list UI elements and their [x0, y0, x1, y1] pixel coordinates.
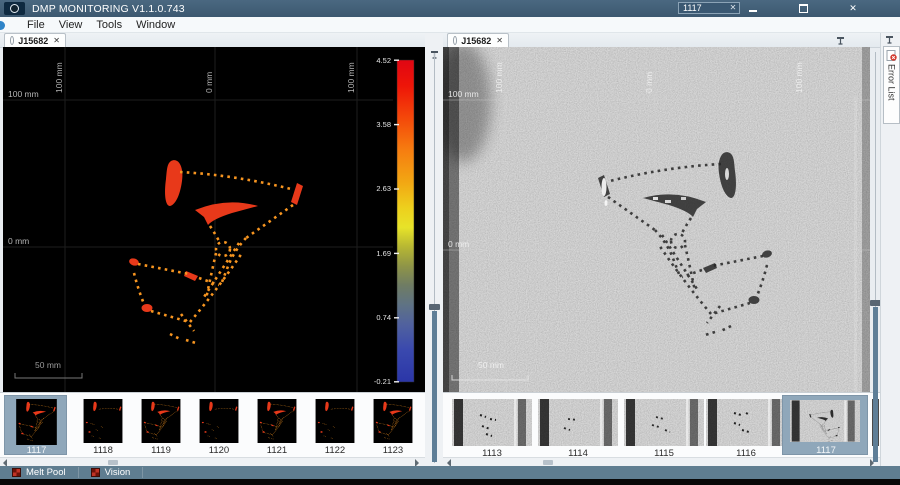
- melt-thumb-label: 1122: [324, 445, 346, 456]
- svg-text:3.58: 3.58: [376, 120, 391, 129]
- panel-splitter[interactable]: [425, 33, 443, 466]
- svg-text:100 mm: 100 mm: [494, 62, 504, 93]
- melt-tab-j15682[interactable]: J15682 ✕: [4, 33, 66, 47]
- menu-window[interactable]: Window: [129, 19, 182, 31]
- melt-pool-icon: [12, 468, 21, 477]
- svg-text:100 mm: 100 mm: [448, 89, 479, 99]
- scroll-thumb[interactable]: [543, 459, 553, 465]
- melt-thumb-image[interactable]: [310, 399, 360, 443]
- restore-icon: [798, 3, 808, 13]
- svg-text:50 mm: 50 mm: [35, 360, 61, 370]
- svg-text:100 mm: 100 mm: [346, 62, 356, 93]
- vision-thumb-label: 1117: [816, 445, 836, 456]
- restore-button[interactable]: [792, 2, 814, 14]
- menu-file[interactable]: File: [20, 19, 52, 31]
- scroll-thumb[interactable]: [108, 459, 118, 465]
- vision-tab-j15682[interactable]: J15682 ✕: [447, 33, 509, 47]
- melt-tabstrip: J15682 ✕: [0, 33, 425, 48]
- error-list-strip: Error List: [880, 33, 900, 466]
- melt-thumb-label: 1117: [26, 445, 47, 456]
- svg-text:4.52: 4.52: [376, 56, 391, 65]
- menu-view[interactable]: View: [52, 19, 90, 31]
- melt-thumb-label: 1119: [151, 445, 171, 456]
- melt-pool-label: Melt Pool: [26, 467, 66, 478]
- vision-thumb-image: [790, 400, 860, 443]
- minimize-button[interactable]: [742, 2, 764, 14]
- vision-right-band: [862, 47, 870, 392]
- svg-text:0.74: 0.74: [376, 313, 391, 322]
- svg-text:0 mm: 0 mm: [8, 236, 29, 246]
- melt-vslider-grip[interactable]: [429, 304, 440, 310]
- pin-icon[interactable]: [885, 35, 894, 44]
- bottom-edge: [0, 479, 900, 485]
- vision-icon: [90, 468, 100, 477]
- melt-thumb-image[interactable]: [194, 399, 244, 443]
- melt-thumb-image[interactable]: [368, 399, 418, 443]
- vision-thumbstrip: 1113 1114 1115 1116 1117: [443, 392, 880, 459]
- vision-thumb-image[interactable]: [624, 399, 704, 446]
- melt-thumb-selected[interactable]: 1117: [4, 395, 67, 456]
- melt-thumbstrip: 1117 1118 1119 1120 1121 1122 1123: [0, 392, 425, 458]
- svg-text:0 mm: 0 mm: [448, 239, 469, 249]
- vision-thumb-image[interactable]: [538, 399, 618, 446]
- menu-bar: File View Tools Window: [0, 17, 900, 33]
- melt-thumb-label: 1118: [93, 445, 113, 456]
- melt-thumb-image[interactable]: [78, 399, 128, 443]
- melt-pool-canvas[interactable]: 100 mm 0 mm 100 mm 100 mm 0 mm 50 mm 4.5…: [3, 47, 425, 392]
- melt-tab-label: J15682: [18, 35, 49, 46]
- close-button[interactable]: ✕: [842, 2, 864, 14]
- vision-tab-close-icon[interactable]: ✕: [496, 36, 503, 45]
- error-list-label: Error List: [886, 64, 897, 101]
- melt-tab-close-icon[interactable]: ✕: [53, 36, 60, 45]
- statusbar-divider: [142, 467, 144, 478]
- svg-text:100 mm: 100 mm: [794, 62, 804, 93]
- melt-thumb-image: [16, 399, 57, 445]
- tab-status-icon: [10, 36, 15, 45]
- app-window: DMP MONITORING V1.1.0.743 1117 ✕ ✕ File …: [0, 0, 900, 485]
- melt-thumb-label: 1121: [266, 445, 288, 456]
- app-icon: [4, 2, 25, 15]
- melt-thumb-label: 1123: [382, 445, 404, 456]
- frame-number-input[interactable]: 1117 ✕: [678, 1, 740, 14]
- vision-tabstrip: J15682 ✕: [443, 33, 880, 48]
- pin-icon[interactable]: [836, 36, 845, 45]
- vision-vslider-thumb[interactable]: [873, 307, 878, 462]
- svg-text:0 mm: 0 mm: [644, 72, 654, 93]
- svg-text:50 mm: 50 mm: [478, 360, 504, 370]
- tab-status-icon: [453, 36, 458, 45]
- melt-thumb-image[interactable]: [136, 399, 186, 443]
- vision-canvas[interactable]: 100 mm 0 mm 100 mm 100 mm 0 mm 50 mm: [443, 47, 870, 392]
- svg-text:0 mm: 0 mm: [204, 72, 214, 93]
- vision-tab-label: J15682: [461, 35, 492, 46]
- menu-tools[interactable]: Tools: [89, 19, 129, 31]
- svg-text:-0.21: -0.21: [374, 377, 391, 386]
- error-list-icon: [886, 50, 897, 61]
- status-bar: Melt Pool Vision: [0, 466, 900, 479]
- svg-text:1.69: 1.69: [376, 249, 391, 258]
- melt-vslider-thumb[interactable]: [432, 311, 437, 462]
- window-title: DMP MONITORING V1.1.0.743: [32, 2, 185, 15]
- title-bar: DMP MONITORING V1.1.0.743 1117 ✕ ✕: [0, 0, 900, 17]
- lens-icon: [10, 4, 19, 13]
- statusbar-tab-melt-pool[interactable]: Melt Pool: [0, 466, 78, 479]
- minimize-icon: [749, 9, 757, 12]
- vision-thumb-selected[interactable]: 1117: [782, 395, 868, 456]
- docked-app-icon[interactable]: [0, 21, 5, 30]
- vision-label: Vision: [104, 467, 131, 478]
- svg-text:100 mm: 100 mm: [8, 89, 39, 99]
- frame-number-value[interactable]: 1117: [679, 3, 727, 13]
- vision-thumb-image[interactable]: [706, 399, 786, 446]
- statusbar-tab-vision[interactable]: Vision: [79, 466, 143, 479]
- vision-thumb-image[interactable]: [452, 399, 532, 446]
- error-list-tab[interactable]: Error List: [883, 46, 900, 124]
- melt-thumb-label: 1120: [208, 445, 230, 456]
- clear-input-icon[interactable]: ✕: [727, 3, 739, 12]
- svg-text:2.63: 2.63: [376, 184, 391, 193]
- melt-thumb-image[interactable]: [252, 399, 302, 443]
- svg-text:100 mm: 100 mm: [54, 62, 64, 93]
